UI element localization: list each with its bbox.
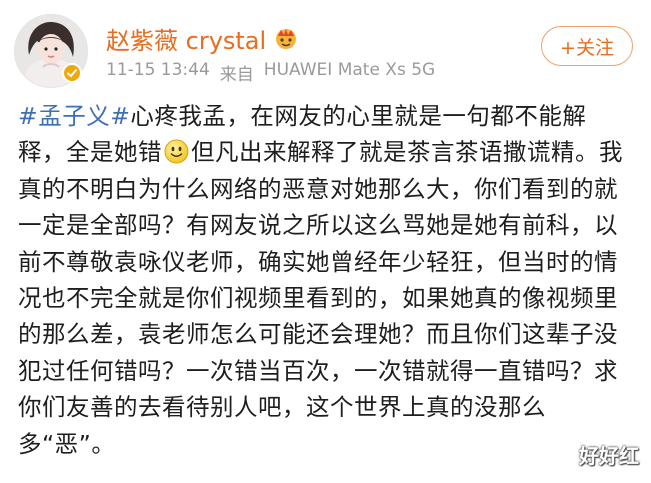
follow-button[interactable]: +关注 — [541, 26, 633, 66]
verified-badge-icon — [62, 63, 82, 83]
post-text-part2: 但凡出来解释了就是茶言茶语撒谎精。我真的不明白为什么网络的恶意对她那么大，你们看… — [18, 138, 623, 458]
smile-emoji-icon — [164, 138, 189, 164]
source-prefix: 来自 — [219, 65, 254, 85]
post-meta: 11-15 13:44 来自 HUAWEI Mate Xs 5G — [106, 60, 435, 85]
post-timestamp: 11-15 13:44 — [106, 60, 210, 80]
post-header: 赵紫薇 crystal 11-15 13:44 来自 HUAWEI Mate X… — [0, 0, 651, 95]
source-device: HUAWEI Mate Xs 5G — [263, 60, 436, 80]
author-row: 赵紫薇 crystal — [106, 20, 300, 56]
post-body: #孟子义#心疼我孟，在网友的心里就是一句都不能解释，全是她错 但凡出来解释了就是茶… — [18, 98, 630, 462]
vip-crown-icon — [272, 26, 300, 50]
watermark: 好好红 — [579, 444, 639, 468]
hashtag-link[interactable]: #孟子义# — [18, 102, 130, 130]
author-name[interactable]: 赵紫薇 crystal — [106, 21, 266, 56]
